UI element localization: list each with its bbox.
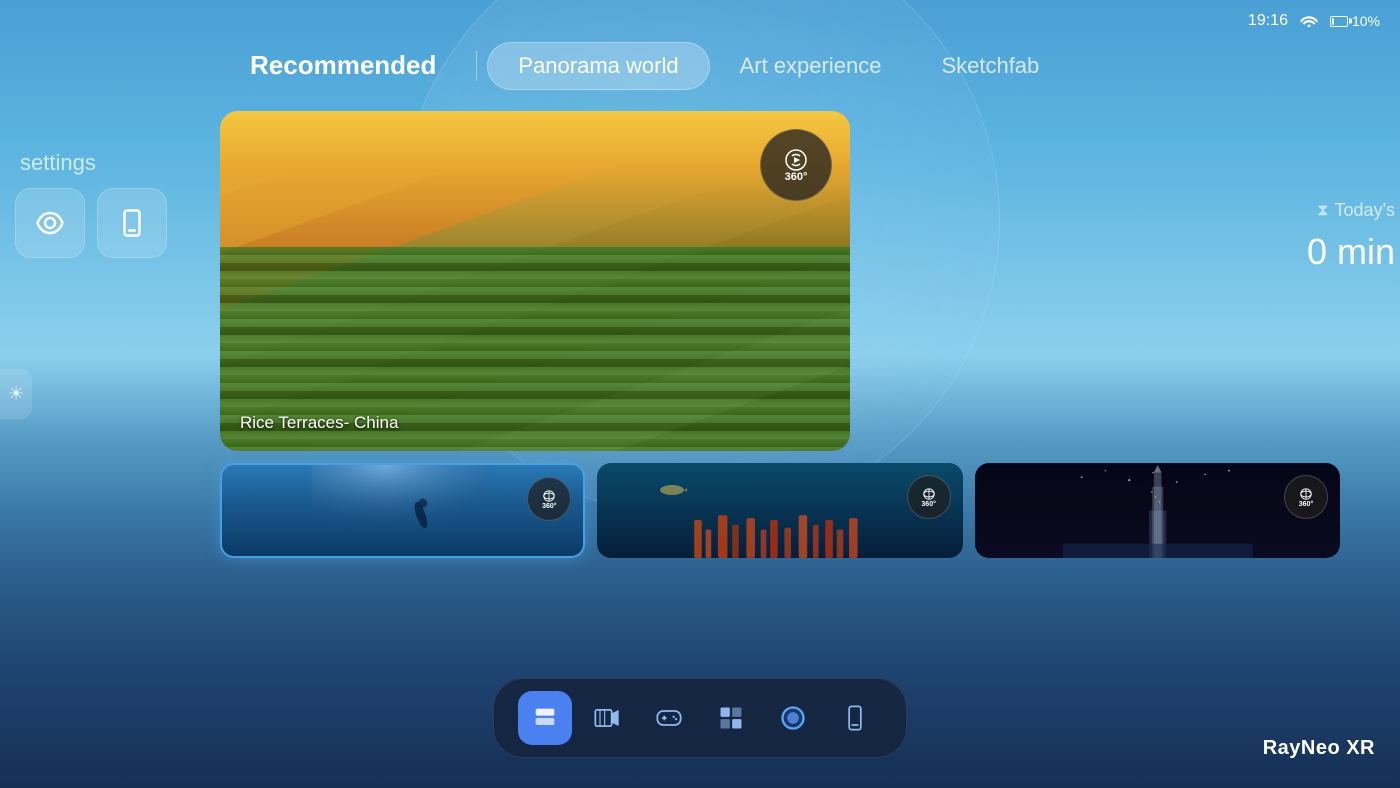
diver-card-bg — [222, 465, 583, 556]
city-svg — [975, 463, 1340, 558]
bottom-card-diver[interactable]: 360° — [220, 463, 585, 558]
featured-badge-text: 360° — [785, 172, 808, 183]
coral-360-icon — [922, 487, 936, 501]
diver-vr-badge: 360° — [527, 477, 571, 521]
phone-icon — [117, 208, 147, 238]
coral-badge-text: 360° — [921, 501, 935, 508]
city-360-icon — [1299, 487, 1313, 501]
phone-dock-icon — [841, 704, 869, 732]
status-bar: 19:16 10% — [1248, 12, 1380, 30]
tab-navigation: Recommended Panorama world Art experienc… — [220, 40, 1340, 91]
coral-card-bg — [597, 463, 962, 558]
featured-vr-badge: 360° — [760, 129, 832, 201]
tab-divider — [476, 51, 477, 81]
diver-badge-text: 360° — [542, 503, 556, 510]
bottom-dock — [493, 678, 907, 758]
battery-percent: 10% — [1352, 13, 1380, 29]
grid-icon — [717, 704, 745, 732]
tab-sketchfab[interactable]: Sketchfab — [911, 43, 1069, 89]
dock-phone-app[interactable] — [828, 691, 882, 745]
play-360-icon — [784, 148, 808, 172]
bottom-card-coral[interactable]: 360° — [597, 463, 962, 558]
tab-recommended[interactable]: Recommended — [220, 40, 466, 91]
fish-svg — [657, 483, 687, 498]
city-card-bg — [975, 463, 1340, 558]
dock-home-app[interactable] — [518, 691, 572, 745]
tab-panorama-world[interactable]: Panorama world — [487, 42, 709, 90]
dock-settings-app[interactable] — [766, 691, 820, 745]
diver-rays-svg — [222, 465, 583, 556]
bottom-cards: 360° — [220, 463, 1340, 558]
brightness-icon: ☀ — [8, 384, 24, 405]
wifi-icon — [1300, 13, 1318, 30]
layers-icon — [531, 704, 559, 732]
circle-icon — [779, 704, 807, 732]
dock-video-app[interactable] — [580, 691, 634, 745]
city-badge-text: 360° — [1299, 501, 1313, 508]
city-vr-badge: 360° — [1284, 475, 1328, 519]
battery-icon — [1330, 16, 1348, 27]
bottom-card-city[interactable]: 360° — [975, 463, 1340, 558]
dock-gallery-app[interactable] — [704, 691, 758, 745]
status-time: 19:16 — [1248, 12, 1288, 30]
tab-art-experience[interactable]: Art experience — [710, 43, 912, 89]
featured-card-image — [220, 111, 850, 451]
eye-button[interactable] — [15, 188, 85, 258]
branding: RayNeo XR — [1263, 737, 1375, 760]
film-icon — [593, 704, 621, 732]
content-grid: 360° Rice Terraces- China — [220, 111, 1340, 558]
gamepad-icon — [655, 704, 683, 732]
left-panel-buttons — [0, 188, 210, 258]
featured-card-label: Rice Terraces- China — [240, 413, 398, 433]
battery-container: 10% — [1330, 13, 1380, 29]
brightness-control[interactable]: ☀ — [0, 369, 32, 420]
phone-button[interactable] — [97, 188, 167, 258]
coral-svg — [597, 501, 962, 558]
eye-icon — [35, 208, 65, 238]
featured-card[interactable]: 360° Rice Terraces- China — [220, 111, 850, 451]
settings-label: settings — [0, 150, 210, 188]
dock-game-app[interactable] — [642, 691, 696, 745]
left-panel: settings — [0, 150, 210, 258]
diver-360-icon — [542, 489, 556, 503]
coral-vr-badge: 360° — [907, 475, 951, 519]
today-label: Today's — [1335, 200, 1395, 221]
right-cards: 360° — [862, 111, 1340, 123]
main-content: Recommended Panorama world Art experienc… — [220, 40, 1340, 558]
